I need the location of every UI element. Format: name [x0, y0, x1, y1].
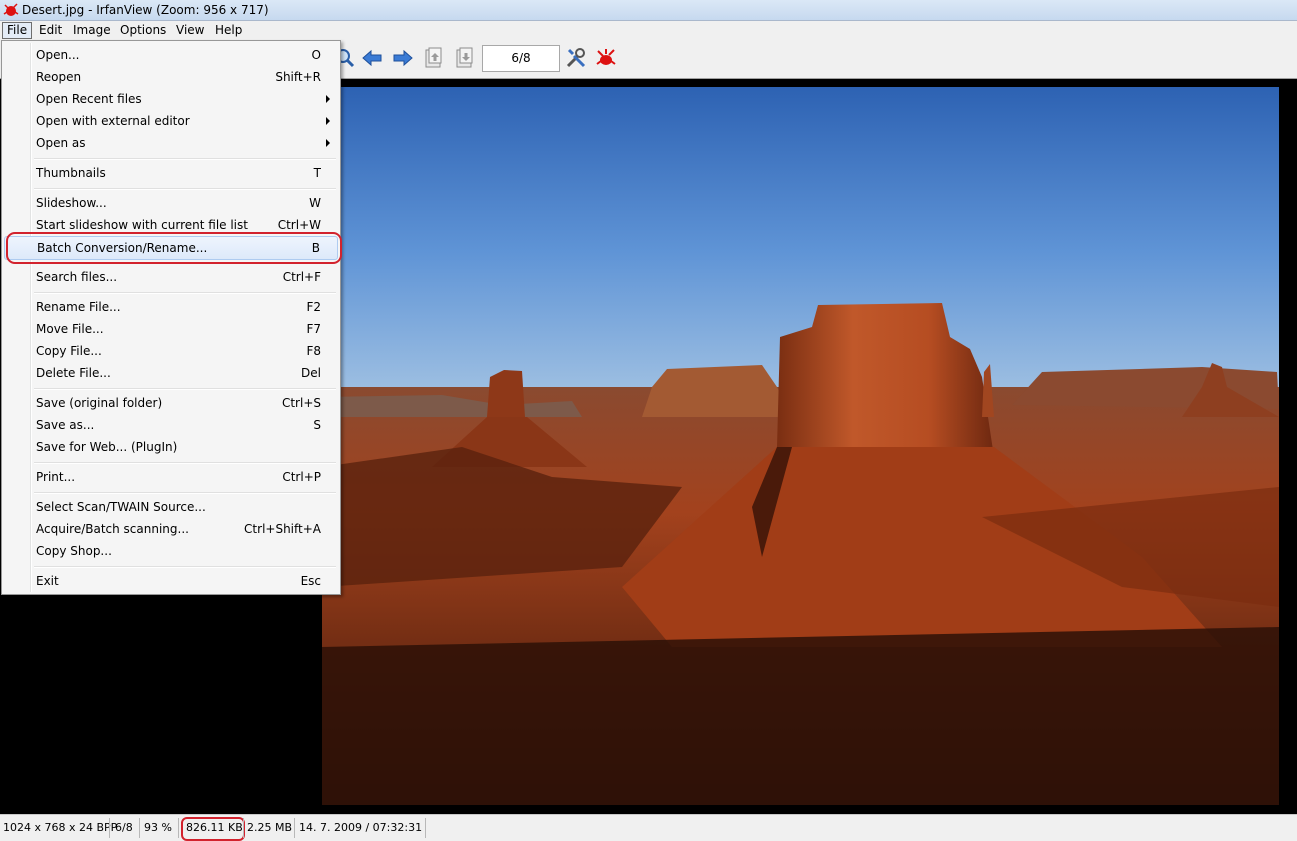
menu-copy-file[interactable]: Copy File... F8 — [4, 340, 338, 362]
menu-save-as[interactable]: Save as... S — [4, 414, 338, 436]
menu-separator — [34, 492, 336, 494]
menu-view[interactable]: View — [172, 23, 208, 38]
menu-item-label: Thumbnails — [36, 166, 106, 180]
status-divider — [425, 818, 426, 838]
menu-item-shortcut: F2 — [306, 300, 321, 314]
status-date: 14. 7. 2009 / 07:32:31 — [299, 821, 423, 834]
menu-item-shortcut: W — [309, 196, 321, 210]
submenu-arrow-icon — [326, 139, 330, 147]
menu-exit[interactable]: Exit Esc — [4, 570, 338, 592]
menu-item-label: Open as — [36, 136, 86, 150]
menu-item-shortcut: Del — [301, 366, 321, 380]
last-page-icon[interactable] — [452, 46, 476, 70]
menu-separator — [34, 292, 336, 294]
menu-open-as[interactable]: Open as — [4, 132, 338, 154]
menu-item-shortcut: T — [313, 166, 321, 180]
status-memory: 2.25 MB — [247, 821, 293, 834]
menu-separator — [34, 188, 336, 190]
status-divider — [178, 818, 179, 838]
menu-item-shortcut: F7 — [306, 322, 321, 336]
irfanview-app-icon[interactable] — [3, 2, 19, 18]
menu-item-shortcut: O — [311, 48, 321, 62]
menu-delete-file[interactable]: Delete File... Del — [4, 362, 338, 384]
status-divider — [294, 818, 295, 838]
irfanview-logo-icon[interactable] — [594, 46, 618, 70]
file-size-highlight-ring — [181, 817, 245, 841]
batch-conversion-highlight-ring — [6, 232, 342, 264]
menu-open[interactable]: Open... O — [4, 44, 338, 66]
menu-copy-shop[interactable]: Copy Shop... — [4, 540, 338, 562]
menu-item-label: Print... — [36, 470, 76, 484]
menu-item-label: Rename File... — [36, 300, 121, 314]
menu-rename-file[interactable]: Rename File... F2 — [4, 296, 338, 318]
title-bar: Desert.jpg - IrfanView (Zoom: 956 x 717) — [0, 0, 1297, 21]
menu-item-label: Save (original folder) — [36, 396, 163, 410]
menu-item-shortcut: F8 — [306, 344, 321, 358]
menu-item-shortcut: Ctrl+P — [282, 470, 321, 484]
status-dimensions: 1024 x 768 x 24 BPP — [3, 821, 118, 834]
menu-item-label: Open with external editor — [36, 114, 190, 128]
menu-open-recent-files[interactable]: Open Recent files — [4, 88, 338, 110]
menu-item-label: Exit — [36, 574, 59, 588]
menu-move-file[interactable]: Move File... F7 — [4, 318, 338, 340]
submenu-arrow-icon — [326, 95, 330, 103]
menu-select-scan-source[interactable]: Select Scan/TWAIN Source... — [4, 496, 338, 518]
menu-item-label: Move File... — [36, 322, 104, 336]
menu-help[interactable]: Help — [211, 23, 246, 38]
menu-separator — [34, 388, 336, 390]
menu-separator — [34, 158, 336, 160]
desert-photo — [322, 87, 1279, 805]
menu-item-label: Copy Shop... — [36, 544, 112, 558]
previous-image-icon[interactable] — [360, 46, 384, 70]
menu-item-label: Reopen — [36, 70, 82, 84]
menu-thumbnails[interactable]: Thumbnails T — [4, 162, 338, 184]
menu-reopen[interactable]: Reopen Shift+R — [4, 66, 338, 88]
menu-item-shortcut: Ctrl+Shift+A — [244, 522, 321, 536]
menu-item-label: Slideshow... — [36, 196, 107, 210]
menu-item-label: Acquire/Batch scanning... — [36, 522, 189, 536]
menu-image[interactable]: Image — [69, 23, 115, 38]
menu-item-shortcut: Shift+R — [275, 70, 321, 84]
settings-tools-icon[interactable] — [564, 46, 588, 70]
status-divider — [139, 818, 140, 838]
menu-item-label: Select Scan/TWAIN Source... — [36, 500, 206, 514]
menu-slideshow[interactable]: Slideshow... W — [4, 192, 338, 214]
menu-item-label: Copy File... — [36, 344, 102, 358]
menu-item-shortcut: S — [313, 418, 321, 432]
menu-item-shortcut: Ctrl+F — [282, 270, 321, 284]
menu-item-label: Open... — [36, 48, 80, 62]
menu-item-shortcut: Ctrl+W — [277, 218, 321, 232]
menu-bar: File Edit Image Options View Help — [0, 21, 1297, 40]
menu-item-label: Search files... — [36, 270, 118, 284]
window-title: Desert.jpg - IrfanView (Zoom: 956 x 717) — [22, 3, 269, 17]
menu-search-files[interactable]: Search files... Ctrl+F — [4, 266, 338, 288]
status-divider — [109, 818, 110, 838]
menu-item-shortcut: Ctrl+S — [281, 396, 321, 410]
menu-save-original-folder[interactable]: Save (original folder) Ctrl+S — [4, 392, 338, 414]
menu-options[interactable]: Options — [116, 23, 170, 38]
file-menu-dropdown: Open... O Reopen Shift+R Open Recent files… — [1, 40, 342, 595]
status-zoom: 93 % — [144, 821, 172, 834]
menu-item-label: Save as... — [36, 418, 95, 432]
page-counter-field[interactable]: 6/8 — [482, 45, 560, 72]
next-image-icon[interactable] — [391, 46, 415, 70]
menu-separator — [34, 462, 336, 464]
status-index: 6/8 — [115, 821, 133, 834]
menu-item-shortcut: Esc — [300, 574, 321, 588]
menu-open-with-external-editor[interactable]: Open with external editor — [4, 110, 338, 132]
menu-print[interactable]: Print... Ctrl+P — [4, 466, 338, 488]
menu-save-for-web[interactable]: Save for Web... (PlugIn) — [4, 436, 338, 458]
menu-separator — [34, 566, 336, 568]
menu-item-label: Start slideshow with current file list — [36, 218, 248, 232]
submenu-arrow-icon — [326, 117, 330, 125]
menu-acquire-batch-scanning[interactable]: Acquire/Batch scanning... Ctrl+Shift+A — [4, 518, 338, 540]
menu-item-label: Open Recent files — [36, 92, 142, 106]
menu-edit[interactable]: Edit — [35, 23, 66, 38]
status-bar: 1024 x 768 x 24 BPP 6/8 93 % 826.11 KB 2… — [0, 814, 1297, 841]
menu-file[interactable]: File — [2, 22, 33, 39]
first-page-icon[interactable] — [421, 46, 445, 70]
menu-item-label: Delete File... — [36, 366, 111, 380]
menu-item-label: Save for Web... (PlugIn) — [36, 440, 178, 454]
